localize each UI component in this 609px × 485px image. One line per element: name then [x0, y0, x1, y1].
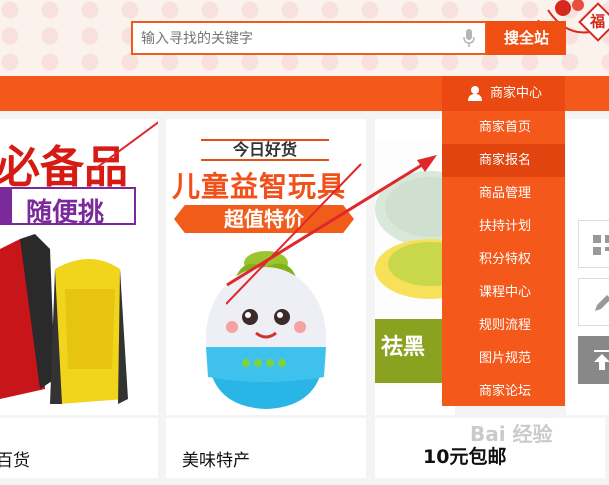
banner-text: 祛黑 — [381, 335, 426, 360]
menu-item-merchant-home[interactable]: 商家首页 — [442, 111, 565, 144]
menu-item-rules-process[interactable]: 规则流程 — [442, 309, 565, 342]
merchant-center-dropdown: 商家中心 商家首页 商家报名 商品管理 扶持计划 积分特权 课程中心 规则流程 … — [442, 76, 565, 406]
search-all-button[interactable]: 搜全站 — [487, 21, 566, 55]
caption-card-1[interactable]: 百货 — [0, 418, 158, 478]
card-caption: 百货 — [0, 451, 30, 471]
menu-item-product-management[interactable]: 商品管理 — [442, 177, 565, 210]
red-annotation-arrow — [226, 155, 437, 287]
product-card-essentials[interactable]: 必备品 随便挑 — [0, 119, 158, 415]
merchant-center-label: 商家中心 — [490, 86, 543, 101]
menu-item-course-center[interactable]: 课程中心 — [442, 276, 565, 309]
search-box — [131, 21, 487, 55]
menu-item-merchant-forum[interactable]: 商家论坛 — [442, 375, 565, 408]
pencil-icon — [595, 295, 609, 311]
qr-code-button[interactable] — [578, 220, 609, 268]
menu-item-points-privileges[interactable]: 积分特权 — [442, 243, 565, 276]
search-input[interactable] — [141, 29, 441, 49]
card-caption: 美味特产 — [182, 451, 250, 471]
back-to-top-button[interactable] — [578, 336, 609, 384]
watermark: Bai 经验 — [470, 422, 553, 446]
pointer-arrow-line — [95, 121, 158, 170]
jacket-backpack-image — [0, 234, 128, 404]
person-icon — [468, 86, 482, 101]
microphone-icon[interactable] — [463, 29, 475, 48]
page: 福 搜全站 必备品 随便挑 — [0, 0, 609, 485]
feedback-button[interactable] — [578, 278, 609, 326]
sub-banner-text: 随便挑 — [26, 198, 105, 228]
menu-item-merchant-signup[interactable]: 商家报名 — [442, 144, 565, 177]
menu-item-image-guidelines[interactable]: 图片规范 — [442, 342, 565, 375]
menu-item-support-plan[interactable]: 扶持计划 — [442, 210, 565, 243]
merchant-center-header[interactable]: 商家中心 — [442, 76, 565, 111]
qr-code-icon — [593, 235, 609, 255]
caption-card-2[interactable]: 美味特产 — [166, 418, 366, 478]
sub-banner: 随便挑 — [0, 187, 136, 228]
arrow-up-icon — [594, 350, 609, 370]
